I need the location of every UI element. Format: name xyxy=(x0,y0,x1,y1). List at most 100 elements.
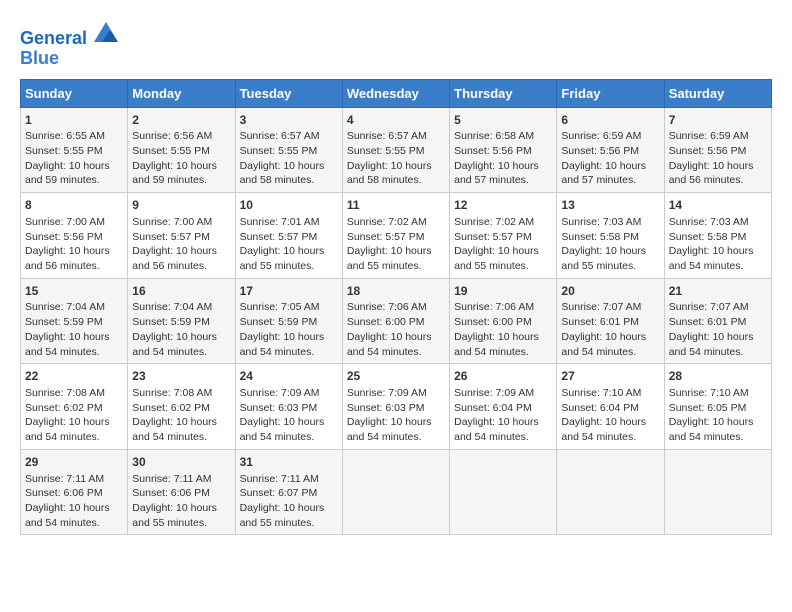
day-number: 10 xyxy=(240,197,338,214)
calendar-header-row: SundayMondayTuesdayWednesdayThursdayFrid… xyxy=(21,79,772,107)
header-thursday: Thursday xyxy=(450,79,557,107)
calendar-cell: 7Sunrise: 6:59 AMSunset: 5:56 PMDaylight… xyxy=(664,107,771,193)
calendar-cell xyxy=(664,449,771,535)
day-info: Sunrise: 6:59 AMSunset: 5:56 PMDaylight:… xyxy=(669,129,767,188)
day-info: Sunrise: 7:10 AMSunset: 6:05 PMDaylight:… xyxy=(669,386,767,445)
calendar-cell: 16Sunrise: 7:04 AMSunset: 5:59 PMDayligh… xyxy=(128,278,235,364)
calendar-cell: 5Sunrise: 6:58 AMSunset: 5:56 PMDaylight… xyxy=(450,107,557,193)
day-number: 23 xyxy=(132,368,230,385)
day-info: Sunrise: 7:04 AMSunset: 5:59 PMDaylight:… xyxy=(132,300,230,359)
day-info: Sunrise: 7:05 AMSunset: 5:59 PMDaylight:… xyxy=(240,300,338,359)
day-info: Sunrise: 7:07 AMSunset: 6:01 PMDaylight:… xyxy=(669,300,767,359)
calendar-cell xyxy=(342,449,449,535)
day-number: 29 xyxy=(25,454,123,471)
day-number: 28 xyxy=(669,368,767,385)
calendar-cell: 26Sunrise: 7:09 AMSunset: 6:04 PMDayligh… xyxy=(450,364,557,450)
day-info: Sunrise: 7:09 AMSunset: 6:04 PMDaylight:… xyxy=(454,386,552,445)
day-number: 19 xyxy=(454,283,552,300)
day-number: 22 xyxy=(25,368,123,385)
calendar-cell: 9Sunrise: 7:00 AMSunset: 5:57 PMDaylight… xyxy=(128,193,235,279)
calendar-cell: 13Sunrise: 7:03 AMSunset: 5:58 PMDayligh… xyxy=(557,193,664,279)
calendar-cell: 3Sunrise: 6:57 AMSunset: 5:55 PMDaylight… xyxy=(235,107,342,193)
header-wednesday: Wednesday xyxy=(342,79,449,107)
day-info: Sunrise: 6:59 AMSunset: 5:56 PMDaylight:… xyxy=(561,129,659,188)
day-number: 11 xyxy=(347,197,445,214)
calendar-cell: 10Sunrise: 7:01 AMSunset: 5:57 PMDayligh… xyxy=(235,193,342,279)
calendar-cell: 12Sunrise: 7:02 AMSunset: 5:57 PMDayligh… xyxy=(450,193,557,279)
calendar-cell: 18Sunrise: 7:06 AMSunset: 6:00 PMDayligh… xyxy=(342,278,449,364)
day-info: Sunrise: 6:55 AMSunset: 5:55 PMDaylight:… xyxy=(25,129,123,188)
day-number: 3 xyxy=(240,112,338,129)
header-monday: Monday xyxy=(128,79,235,107)
calendar-week-row: 15Sunrise: 7:04 AMSunset: 5:59 PMDayligh… xyxy=(21,278,772,364)
day-number: 8 xyxy=(25,197,123,214)
calendar-week-row: 29Sunrise: 7:11 AMSunset: 6:06 PMDayligh… xyxy=(21,449,772,535)
day-info: Sunrise: 6:57 AMSunset: 5:55 PMDaylight:… xyxy=(240,129,338,188)
day-info: Sunrise: 7:04 AMSunset: 5:59 PMDaylight:… xyxy=(25,300,123,359)
day-info: Sunrise: 7:07 AMSunset: 6:01 PMDaylight:… xyxy=(561,300,659,359)
header-saturday: Saturday xyxy=(664,79,771,107)
day-number: 1 xyxy=(25,112,123,129)
day-number: 7 xyxy=(669,112,767,129)
calendar-cell: 27Sunrise: 7:10 AMSunset: 6:04 PMDayligh… xyxy=(557,364,664,450)
day-info: Sunrise: 7:08 AMSunset: 6:02 PMDaylight:… xyxy=(132,386,230,445)
calendar-table: SundayMondayTuesdayWednesdayThursdayFrid… xyxy=(20,79,772,536)
calendar-cell: 23Sunrise: 7:08 AMSunset: 6:02 PMDayligh… xyxy=(128,364,235,450)
header-sunday: Sunday xyxy=(21,79,128,107)
day-number: 9 xyxy=(132,197,230,214)
page-header: General Blue xyxy=(20,20,772,69)
day-info: Sunrise: 6:57 AMSunset: 5:55 PMDaylight:… xyxy=(347,129,445,188)
day-number: 12 xyxy=(454,197,552,214)
day-number: 6 xyxy=(561,112,659,129)
logo-blue: Blue xyxy=(20,49,118,69)
day-info: Sunrise: 7:11 AMSunset: 6:06 PMDaylight:… xyxy=(132,472,230,531)
day-number: 31 xyxy=(240,454,338,471)
day-number: 30 xyxy=(132,454,230,471)
day-number: 27 xyxy=(561,368,659,385)
day-info: Sunrise: 7:08 AMSunset: 6:02 PMDaylight:… xyxy=(25,386,123,445)
day-info: Sunrise: 7:11 AMSunset: 6:06 PMDaylight:… xyxy=(25,472,123,531)
day-number: 13 xyxy=(561,197,659,214)
day-number: 17 xyxy=(240,283,338,300)
calendar-cell: 19Sunrise: 7:06 AMSunset: 6:00 PMDayligh… xyxy=(450,278,557,364)
day-info: Sunrise: 7:03 AMSunset: 5:58 PMDaylight:… xyxy=(669,215,767,274)
day-info: Sunrise: 7:09 AMSunset: 6:03 PMDaylight:… xyxy=(347,386,445,445)
calendar-cell: 31Sunrise: 7:11 AMSunset: 6:07 PMDayligh… xyxy=(235,449,342,535)
day-info: Sunrise: 7:00 AMSunset: 5:57 PMDaylight:… xyxy=(132,215,230,274)
day-number: 26 xyxy=(454,368,552,385)
day-number: 5 xyxy=(454,112,552,129)
calendar-cell: 11Sunrise: 7:02 AMSunset: 5:57 PMDayligh… xyxy=(342,193,449,279)
logo: General Blue xyxy=(20,20,118,69)
day-info: Sunrise: 7:09 AMSunset: 6:03 PMDaylight:… xyxy=(240,386,338,445)
calendar-cell: 1Sunrise: 6:55 AMSunset: 5:55 PMDaylight… xyxy=(21,107,128,193)
calendar-week-row: 8Sunrise: 7:00 AMSunset: 5:56 PMDaylight… xyxy=(21,193,772,279)
calendar-week-row: 1Sunrise: 6:55 AMSunset: 5:55 PMDaylight… xyxy=(21,107,772,193)
calendar-cell: 14Sunrise: 7:03 AMSunset: 5:58 PMDayligh… xyxy=(664,193,771,279)
calendar-cell: 15Sunrise: 7:04 AMSunset: 5:59 PMDayligh… xyxy=(21,278,128,364)
day-info: Sunrise: 6:58 AMSunset: 5:56 PMDaylight:… xyxy=(454,129,552,188)
logo-text: General xyxy=(20,20,118,49)
calendar-cell xyxy=(557,449,664,535)
day-info: Sunrise: 7:10 AMSunset: 6:04 PMDaylight:… xyxy=(561,386,659,445)
calendar-cell: 25Sunrise: 7:09 AMSunset: 6:03 PMDayligh… xyxy=(342,364,449,450)
calendar-cell: 6Sunrise: 6:59 AMSunset: 5:56 PMDaylight… xyxy=(557,107,664,193)
calendar-cell: 22Sunrise: 7:08 AMSunset: 6:02 PMDayligh… xyxy=(21,364,128,450)
day-number: 20 xyxy=(561,283,659,300)
day-number: 4 xyxy=(347,112,445,129)
calendar-week-row: 22Sunrise: 7:08 AMSunset: 6:02 PMDayligh… xyxy=(21,364,772,450)
calendar-cell: 30Sunrise: 7:11 AMSunset: 6:06 PMDayligh… xyxy=(128,449,235,535)
calendar-cell: 8Sunrise: 7:00 AMSunset: 5:56 PMDaylight… xyxy=(21,193,128,279)
day-number: 16 xyxy=(132,283,230,300)
day-number: 25 xyxy=(347,368,445,385)
day-info: Sunrise: 7:11 AMSunset: 6:07 PMDaylight:… xyxy=(240,472,338,531)
day-number: 24 xyxy=(240,368,338,385)
calendar-cell: 24Sunrise: 7:09 AMSunset: 6:03 PMDayligh… xyxy=(235,364,342,450)
calendar-cell: 4Sunrise: 6:57 AMSunset: 5:55 PMDaylight… xyxy=(342,107,449,193)
day-info: Sunrise: 7:00 AMSunset: 5:56 PMDaylight:… xyxy=(25,215,123,274)
day-info: Sunrise: 7:06 AMSunset: 6:00 PMDaylight:… xyxy=(454,300,552,359)
calendar-cell: 20Sunrise: 7:07 AMSunset: 6:01 PMDayligh… xyxy=(557,278,664,364)
calendar-cell: 21Sunrise: 7:07 AMSunset: 6:01 PMDayligh… xyxy=(664,278,771,364)
calendar-cell: 17Sunrise: 7:05 AMSunset: 5:59 PMDayligh… xyxy=(235,278,342,364)
calendar-cell: 28Sunrise: 7:10 AMSunset: 6:05 PMDayligh… xyxy=(664,364,771,450)
day-number: 14 xyxy=(669,197,767,214)
